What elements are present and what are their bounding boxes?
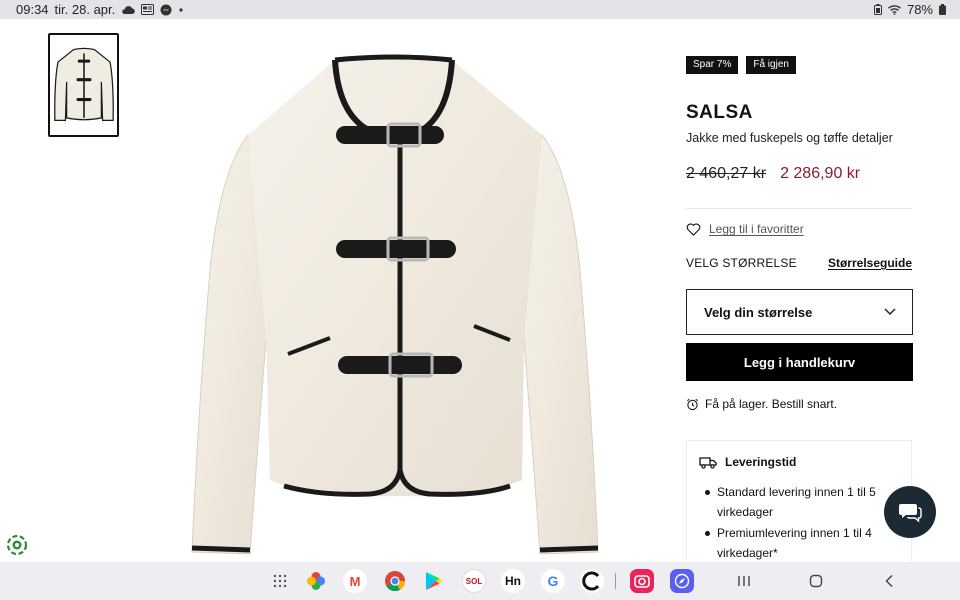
messenger-icon <box>160 4 172 15</box>
sale-price: 2 286,90 kr <box>780 165 861 182</box>
app-drawer-icon[interactable] <box>268 569 292 593</box>
gmail-letter: M <box>349 573 361 589</box>
status-time: 09:34 <box>16 2 49 17</box>
google-letter: G <box>547 573 559 589</box>
sol-icon[interactable]: SOL <box>462 569 486 593</box>
status-bar: 09:34 tir. 28. apr. 78% <box>0 0 960 19</box>
chevron-down-icon <box>884 308 896 316</box>
photos-icon[interactable] <box>304 569 328 593</box>
back-icon[interactable] <box>880 571 900 591</box>
stock-status: Få på lager. Bestill snart. <box>686 397 837 411</box>
jacket-thumbnail-image <box>53 47 114 121</box>
product-brand: SALSA <box>686 102 753 123</box>
battery-icon <box>939 4 946 15</box>
c-icon[interactable] <box>580 569 604 593</box>
dot-icon <box>179 7 183 12</box>
delivery-title: Leveringstid <box>725 455 797 469</box>
alarm-clock-icon <box>687 398 698 410</box>
list-item: Standard levering innen 1 til 5 virkedag… <box>705 482 899 522</box>
home-icon[interactable] <box>806 571 826 591</box>
recents-icon[interactable] <box>734 571 754 591</box>
restock-badge: Få igjen <box>746 56 796 74</box>
old-price: 2 460,27 kr <box>686 165 767 182</box>
chrome-icon[interactable] <box>383 569 407 593</box>
battery-percent: 78% <box>906 2 933 17</box>
badge-row: Spar 7% Få igjen <box>686 56 796 74</box>
status-date: tir. 28. apr. <box>54 2 116 17</box>
delivery-list: Standard levering innen 1 til 5 virkedag… <box>699 482 899 563</box>
delivery-box: Leveringstid Standard levering innen 1 t… <box>686 440 912 570</box>
chat-bubble-icon <box>899 504 922 523</box>
price-row: 2 460,27 kr 2 286,90 kr <box>686 165 860 183</box>
hn-icon[interactable]: Hn <box>501 569 525 593</box>
size-row: VELG STØRRELSE Størrelseguide <box>686 256 912 270</box>
discount-badge: Spar 7% <box>686 56 739 74</box>
google-icon[interactable]: G <box>541 569 565 593</box>
system-nav-bar: M SOL Hn G <box>0 562 960 600</box>
product-main-image[interactable] <box>180 40 610 562</box>
gmail-icon[interactable]: M <box>343 569 367 593</box>
battery-saver-icon <box>873 4 882 15</box>
sol-letters: SOL <box>465 576 483 586</box>
truck-icon <box>699 456 717 469</box>
stock-text: Få på lager. Bestill snart. <box>705 397 838 411</box>
size-heading: VELG STØRRELSE <box>686 256 797 270</box>
product-thumbnail[interactable] <box>48 33 119 137</box>
compass-icon[interactable] <box>670 569 694 593</box>
product-subtitle: Jakke med fuskepels og tøffe detaljer <box>686 131 893 145</box>
wifi-icon <box>888 4 901 15</box>
taskbar-separator <box>615 573 616 589</box>
jacket-image <box>191 54 599 555</box>
heart-icon <box>686 222 701 236</box>
status-left: 09:34 tir. 28. apr. <box>16 2 184 17</box>
size-select-label: Velg din størrelse <box>704 304 813 320</box>
hn-letters: Hn <box>505 574 521 588</box>
cloud-icon <box>122 5 136 14</box>
status-right: 78% <box>873 2 946 17</box>
add-to-cart-button[interactable]: Legg i handlekurv <box>686 343 913 381</box>
eco-badge-icon[interactable] <box>6 534 28 556</box>
list-item: Premiumlevering innen 1 til 4 virkedager… <box>705 523 899 563</box>
divider <box>686 208 912 209</box>
favorites-label: Legg til i favoritter <box>709 222 804 236</box>
size-guide-link[interactable]: Størrelseguide <box>828 256 912 270</box>
add-to-favorites-link[interactable]: Legg til i favoritter <box>686 222 804 236</box>
size-select[interactable]: Velg din størrelse <box>686 289 913 335</box>
play-store-icon[interactable] <box>422 569 446 593</box>
camera-icon[interactable] <box>630 569 654 593</box>
delivery-heading: Leveringstid <box>699 455 899 469</box>
chat-button[interactable] <box>884 486 936 538</box>
news-icon <box>141 4 155 15</box>
